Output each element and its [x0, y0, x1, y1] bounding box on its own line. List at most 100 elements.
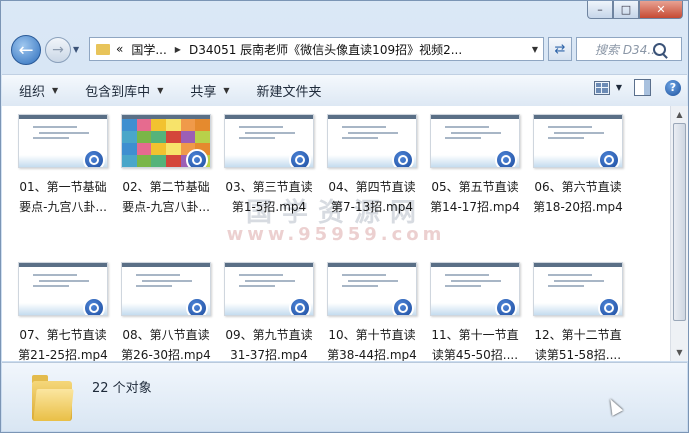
maximize-button[interactable]: □: [613, 1, 639, 19]
file-name-line: 读第51-58招....: [534, 348, 622, 361]
video-thumbnail: [430, 114, 520, 168]
file-list: 国学资源网 www.95959.com 01、第一节基础 要点-九宫八卦... 02…: [2, 106, 670, 361]
file-item[interactable]: 04、第四节直读 第7-13招.mp4: [321, 114, 423, 217]
file-name-line: 要点-九宫八卦...: [122, 200, 210, 214]
back-button[interactable]: ←: [11, 35, 41, 65]
address-bar[interactable]: « 国学... ▶ D34051 辰南老师《微信头像直读109招》视频2... …: [89, 37, 544, 61]
preview-pane-icon[interactable]: [634, 79, 651, 96]
chevron-down-icon[interactable]: ▼: [527, 45, 543, 54]
explorer-window: – □ ✕ ← → ▼ « 国学... ▶ D34051 辰南老师《微信头像直读…: [0, 0, 689, 433]
file-name: 11、第十一节直 读第45-50招....: [424, 325, 526, 361]
file-item[interactable]: 07、第七节直读 第21-25招.mp4: [12, 262, 114, 361]
video-thumbnail: [533, 114, 623, 168]
details-pane: 22 个对象: [2, 362, 687, 431]
file-name-line: 01、第一节基础: [19, 180, 107, 194]
file-item[interactable]: 10、第十节直读 第38-44招.mp4: [321, 262, 423, 361]
search-icon[interactable]: [653, 43, 666, 56]
file-name: 05、第五节直读 第14-17招.mp4: [424, 177, 526, 217]
folder-icon: [32, 375, 74, 421]
file-item[interactable]: 12、第十二节直 读第51-58招....: [527, 262, 629, 361]
breadcrumb-segment[interactable]: 国学...: [131, 41, 166, 58]
chevron-down-icon[interactable]: ▼: [616, 83, 622, 92]
video-file-icon: [186, 297, 208, 315]
watermark-url: www.95959.com: [226, 224, 446, 245]
chevron-down-icon: ▼: [223, 86, 230, 95]
navigation-bar: ← → ▼ « 国学... ▶ D34051 辰南老师《微信头像直读109招》视…: [9, 33, 682, 65]
chevron-down-icon: ▼: [157, 86, 164, 95]
file-item[interactable]: 08、第八节直读 第26-30招.mp4: [115, 262, 217, 361]
video-thumbnail: [121, 262, 211, 316]
file-name: 04、第四节直读 第7-13招.mp4: [321, 177, 423, 217]
refresh-button[interactable]: ⇄: [548, 37, 572, 61]
forward-button[interactable]: →: [45, 37, 71, 63]
video-thumbnail: [327, 114, 417, 168]
file-name-line: 第21-25招.mp4: [18, 348, 108, 361]
file-name-line: 05、第五节直读: [431, 180, 519, 194]
video-file-icon: [83, 297, 105, 315]
file-name: 07、第七节直读 第21-25招.mp4: [12, 325, 114, 361]
window-controls: – □ ✕: [587, 1, 683, 19]
chevron-right-icon[interactable]: ▶: [175, 45, 181, 54]
include-in-library-label: 包含到库中: [85, 85, 151, 100]
video-thumbnail: [121, 114, 211, 168]
video-file-icon: [289, 149, 311, 167]
video-thumbnail: [224, 262, 314, 316]
file-item[interactable]: 09、第九节直读 31-37招.mp4: [218, 262, 320, 361]
item-count: 22 个对象: [92, 381, 152, 396]
file-name-line: 04、第四节直读: [328, 180, 416, 194]
video-file-icon: [392, 149, 414, 167]
file-item[interactable]: 01、第一节基础 要点-九宫八卦...: [12, 114, 114, 217]
minimize-button[interactable]: –: [587, 1, 613, 19]
file-name-line: 10、第十节直读: [328, 328, 416, 342]
file-name-line: 读第45-50招....: [431, 348, 519, 361]
file-name-line: 第7-13招.mp4: [331, 200, 413, 214]
file-item[interactable]: 03、第三节直读 第1-5招.mp4: [218, 114, 320, 217]
scrollbar-thumb[interactable]: [673, 123, 686, 321]
breadcrumb-overflow[interactable]: «: [116, 42, 123, 56]
view-options-icon[interactable]: [593, 80, 610, 95]
file-name-line: 07、第七节直读: [19, 328, 107, 342]
file-name-line: 08、第八节直读: [122, 328, 210, 342]
video-thumbnail: [533, 262, 623, 316]
file-name-line: 要点-九宫八卦...: [19, 200, 107, 214]
file-name-line: 第18-20招.mp4: [533, 200, 623, 214]
file-name-line: 第1-5招.mp4: [231, 200, 307, 214]
new-folder-label: 新建文件夹: [256, 85, 322, 100]
video-file-icon: [598, 297, 620, 315]
video-file-icon: [392, 297, 414, 315]
command-bar: 组织 ▼ 包含到库中 ▼ 共享 ▼ 新建文件夹 ▼ ?: [2, 74, 687, 107]
file-name-line: 03、第三节直读: [225, 180, 313, 194]
recent-pages-dropdown[interactable]: ▼: [73, 45, 79, 54]
refresh-icon: ⇄: [554, 41, 566, 57]
file-name-line: 第38-44招.mp4: [327, 348, 417, 361]
vertical-scrollbar[interactable]: ▲ ▼: [670, 106, 688, 361]
include-in-library-menu[interactable]: 包含到库中 ▼: [68, 81, 173, 100]
file-name-line: 02、第二节基础: [122, 180, 210, 194]
help-icon[interactable]: ?: [665, 79, 681, 96]
close-button[interactable]: ✕: [639, 1, 683, 19]
file-name-line: 31-37招.mp4: [230, 348, 308, 361]
file-name: 08、第八节直读 第26-30招.mp4: [115, 325, 217, 361]
file-item[interactable]: 02、第二节基础 要点-九宫八卦...: [115, 114, 217, 217]
view-controls: ▼ ?: [593, 79, 681, 96]
breadcrumb-current[interactable]: D34051 辰南老师《微信头像直读109招》视频2...: [189, 41, 462, 58]
new-folder-button[interactable]: 新建文件夹: [240, 81, 332, 100]
file-name-line: 11、第十一节直: [431, 328, 519, 342]
folder-icon: [96, 43, 110, 55]
file-item[interactable]: 05、第五节直读 第14-17招.mp4: [424, 114, 526, 217]
file-item[interactable]: 06、第六节直读 第18-20招.mp4: [527, 114, 629, 217]
organize-menu[interactable]: 组织 ▼: [2, 81, 68, 100]
file-name: 06、第六节直读 第18-20招.mp4: [527, 177, 629, 217]
video-file-icon: [495, 149, 517, 167]
video-thumbnail: [224, 114, 314, 168]
scroll-down-icon[interactable]: ▼: [671, 344, 688, 361]
share-menu[interactable]: 共享 ▼: [173, 81, 239, 100]
file-name-line: 12、第十二节直: [534, 328, 622, 342]
video-thumbnail: [327, 262, 417, 316]
file-item[interactable]: 11、第十一节直 读第45-50招....: [424, 262, 526, 361]
scroll-up-icon[interactable]: ▲: [671, 106, 688, 123]
file-name: 12、第十二节直 读第51-58招....: [527, 325, 629, 361]
file-name-line: 第26-30招.mp4: [121, 348, 211, 361]
file-name-line: 09、第九节直读: [225, 328, 313, 342]
video-file-icon: [598, 149, 620, 167]
